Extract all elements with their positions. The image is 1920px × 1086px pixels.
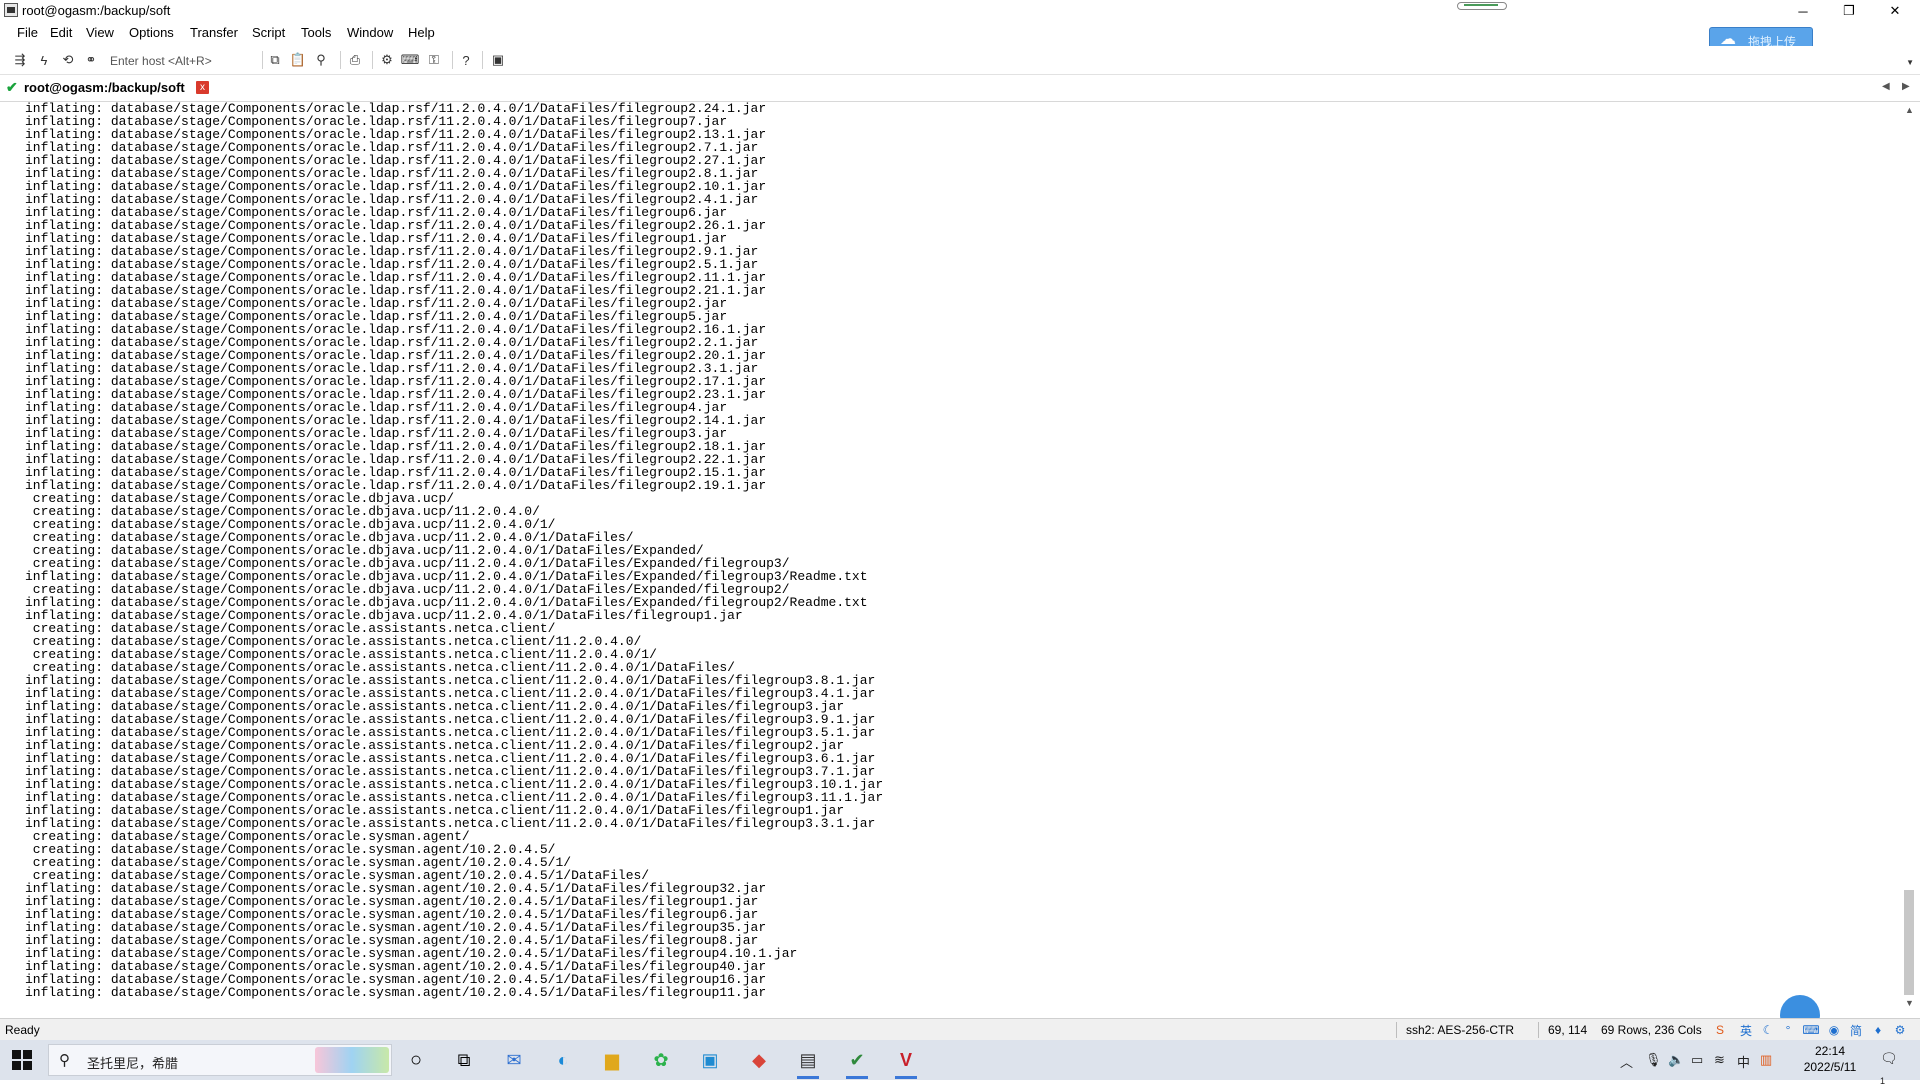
connect-icon[interactable]: ⇶ <box>11 51 29 69</box>
ime-logo-icon[interactable]: S <box>1712 1022 1728 1038</box>
status-separator <box>1538 1022 1539 1038</box>
search-icon: ⚲ <box>59 1052 70 1069</box>
scroll-down-arrow-icon[interactable]: ▼ <box>1905 998 1914 1008</box>
task-view-icon[interactable]: ⧉ <box>449 1046 479 1074</box>
microphone-icon[interactable]: 🎙 <box>1645 1052 1662 1068</box>
menu-tools[interactable]: Tools <box>301 25 331 40</box>
toolbar-separator <box>372 51 373 69</box>
menu-window[interactable]: Window <box>347 25 393 40</box>
help-icon[interactable]: ? <box>457 51 475 69</box>
maximize-button[interactable]: ❐ <box>1826 0 1872 22</box>
edge-browser-icon[interactable]: ◐ <box>548 1046 578 1074</box>
connected-check-icon: ✔ <box>6 79 18 95</box>
xmind-app-icon[interactable]: ✔ <box>842 1046 872 1079</box>
pdf-app-icon[interactable]: ◆ <box>744 1046 774 1074</box>
tab-bar: ✔ root@ogasm:/backup/soft x ◀ ▶ <box>0 75 1920 102</box>
tray-overflow-chevron-icon[interactable]: ︿ <box>1620 1052 1633 1071</box>
menu-view[interactable]: View <box>86 25 114 40</box>
close-tab-icon[interactable]: x <box>196 81 209 94</box>
windows-start-icon[interactable] <box>12 1050 32 1070</box>
toolbar-separator <box>452 51 453 69</box>
visio-app-icon[interactable]: V <box>891 1046 921 1079</box>
tray-app-icon[interactable]: ▥ <box>1760 1052 1772 1068</box>
system-progress-indicator <box>1457 2 1507 10</box>
clock-date: 2022/5/11 <box>1803 1060 1857 1074</box>
toolbar-separator <box>262 51 263 69</box>
ime-moon-icon[interactable]: ☾ <box>1760 1022 1776 1038</box>
disconnect-icon[interactable]: ⚭ <box>82 51 100 69</box>
taskbar-clock[interactable]: 22:14 2022/5/11 <box>1800 1043 1860 1075</box>
ime-language[interactable]: 英 <box>1738 1022 1754 1038</box>
securecrt-taskbar-icon[interactable]: ▤ <box>793 1046 823 1079</box>
keymap-icon[interactable]: ⚿ <box>425 51 443 69</box>
status-ready: Ready <box>5 1023 40 1037</box>
battery-icon[interactable]: ▭ <box>1691 1052 1703 1068</box>
tab-session[interactable]: ✔ root@ogasm:/backup/soft x <box>0 76 215 100</box>
copy-icon[interactable]: ⧉ <box>266 51 284 69</box>
host-input[interactable] <box>108 50 262 72</box>
cortana-icon[interactable]: ○ <box>401 1046 431 1074</box>
scroll-up-arrow-icon[interactable]: ▲ <box>1905 105 1914 115</box>
wifi-icon[interactable]: ≋ <box>1714 1052 1725 1068</box>
volume-icon[interactable]: 🔈 <box>1668 1052 1684 1068</box>
minimize-button[interactable]: ─ <box>1780 0 1826 22</box>
menu-bar: File Edit View Options Transfer Script T… <box>0 22 1920 46</box>
clock-time: 22:14 <box>1814 1044 1846 1058</box>
remote-desktop-icon[interactable]: ▣ <box>695 1046 725 1074</box>
tab-session-label: root@ogasm:/backup/soft <box>24 80 185 95</box>
menu-script[interactable]: Script <box>252 25 285 40</box>
key-manager-icon[interactable]: ⌨ <box>401 51 420 69</box>
status-cursor-position: 69, 114 <box>1548 1023 1588 1037</box>
ime-skin-icon[interactable]: ♦ <box>1870 1022 1886 1038</box>
search-highlight-text: 圣托里尼，希腊 <box>87 1056 179 1071</box>
toolbar: ⇶ ϟ ⟲ ⚭ ⧉ 📋 ⚲ ⎙ ⚙ ⌨ ⚿ ? ▣ ▼ <box>0 46 1920 75</box>
ime-keyboard-icon[interactable]: ⌨ <box>1802 1022 1819 1038</box>
reconnect-icon[interactable]: ⟲ <box>59 51 77 69</box>
terminal-scrollbar[interactable]: ▲ ▼ <box>1900 102 1918 1010</box>
quick-connect-icon[interactable]: ϟ <box>35 51 53 69</box>
settings-gear-icon[interactable]: ⚙ <box>378 51 396 69</box>
print-icon[interactable]: ⎙ <box>346 51 364 69</box>
ime-simplified[interactable]: 简 <box>1848 1022 1864 1038</box>
wechat-icon[interactable]: ✿ <box>646 1046 676 1074</box>
menu-edit[interactable]: Edit <box>50 25 72 40</box>
status-separator <box>1396 1022 1397 1038</box>
tray-ime-icon[interactable]: 中 <box>1737 1052 1750 1071</box>
notification-center-icon[interactable]: 🗨1 <box>1880 1050 1902 1086</box>
notification-count: 1 <box>1880 1075 1886 1086</box>
ime-user-icon[interactable]: ◉ <box>1826 1022 1842 1038</box>
tab-scroll-right-icon[interactable]: ▶ <box>1902 81 1910 92</box>
ime-settings-gear-icon[interactable]: ⚙ <box>1892 1022 1908 1038</box>
ime-punctuation-icon[interactable]: ° <box>1780 1022 1796 1038</box>
menu-file[interactable]: File <box>17 25 38 40</box>
toolbar-overflow-arrow-icon[interactable]: ▼ <box>1906 58 1914 67</box>
mail-icon[interactable]: ✉ <box>499 1046 529 1074</box>
file-explorer-icon[interactable]: ▆ <box>597 1046 627 1074</box>
taskbar-search-box[interactable]: ⚲ 圣托里尼，希腊 <box>48 1044 392 1076</box>
window-title: root@ogasm:/backup/soft <box>22 3 171 18</box>
search-highlight-image <box>315 1047 389 1073</box>
session-manager-icon[interactable]: ▣ <box>489 51 507 69</box>
status-cipher: ssh2: AES-256-CTR <box>1406 1023 1515 1037</box>
tab-scroll-left-icon[interactable]: ◀ <box>1882 81 1890 92</box>
menu-transfer[interactable]: Transfer <box>190 25 238 40</box>
terminal-output[interactable]: inflating: database/stage/Components/ora… <box>0 102 1898 1010</box>
securecrt-app-icon[interactable] <box>4 3 18 17</box>
find-icon[interactable]: ⚲ <box>312 51 330 69</box>
menu-help[interactable]: Help <box>408 25 435 40</box>
toolbar-separator <box>482 51 483 69</box>
windows-taskbar: ⚲ 圣托里尼，希腊 ○ ⧉ ✉ ◐ ▆ ✿ ▣ ◆ ▤ ✔ V ︿ 🎙 🔈 ▭ … <box>0 1040 1920 1086</box>
scrollbar-thumb[interactable] <box>1904 890 1914 995</box>
paste-icon[interactable]: 📋 <box>289 51 307 69</box>
close-window-button[interactable]: ✕ <box>1872 0 1918 22</box>
status-terminal-size: 69 Rows, 236 Cols <box>1601 1023 1702 1037</box>
terminal-text: inflating: database/stage/Components/ora… <box>25 102 884 1000</box>
title-bar: root@ogasm:/backup/soft ─ ❐ ✕ <box>0 0 1920 22</box>
status-bar: Ready ssh2: AES-256-CTR 69, 114 69 Rows,… <box>0 1018 1920 1041</box>
toolbar-separator <box>340 51 341 69</box>
menu-options[interactable]: Options <box>129 25 174 40</box>
